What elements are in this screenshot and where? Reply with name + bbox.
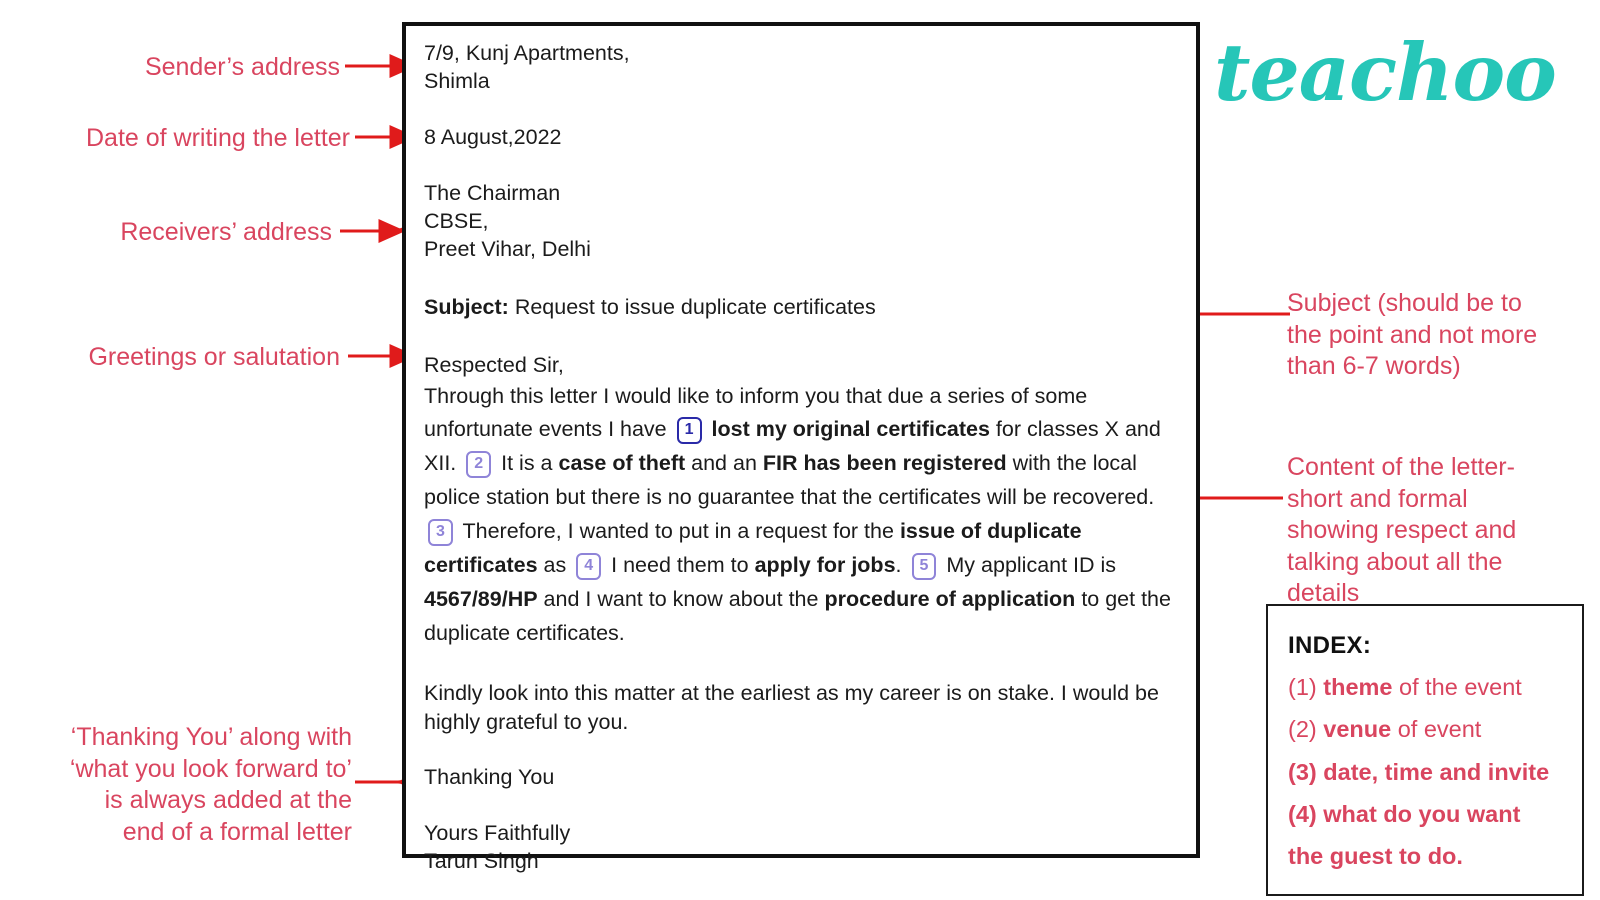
index-item: the guest to do.: [1288, 843, 1582, 869]
receiver-address-line1: The Chairman: [424, 180, 561, 205]
diagram-canvas: teachoo 7/9, Kunj Apartments, Shimla 8 A…: [0, 0, 1600, 900]
subject-label: Subject:: [424, 294, 509, 319]
sender-name: Tarun Singh: [424, 848, 539, 873]
subject-text: Request to issue duplicate certificates: [514, 294, 876, 319]
closing-request: Kindly look into this matter at the earl…: [424, 681, 1159, 734]
marker-3: 3: [428, 519, 453, 547]
thanking-you: Thanking You: [424, 765, 555, 789]
body-seg-3: It is a: [501, 451, 553, 476]
index-item-number: (4): [1288, 800, 1317, 827]
marker-4: 4: [576, 553, 602, 581]
annotation-salutation: Greetings or salutation: [88, 343, 340, 371]
index-item: (2) venue of event: [1288, 716, 1582, 742]
body-seg-10: My applicant ID is: [946, 553, 1117, 578]
marker-5: 5: [911, 553, 937, 581]
body-bold-2: case of theft: [558, 451, 686, 476]
sender-address-line2: Shimla: [424, 68, 490, 93]
index-box: INDEX: (1) theme of the event (2) venue …: [1266, 604, 1584, 896]
sender-address: 7/9, Kunj Apartments, Shimla: [424, 40, 1182, 96]
receiver-address: The Chairman CBSE, Preet Vihar, Delhi: [424, 180, 1182, 264]
index-item-rest: of event: [1397, 716, 1482, 743]
index-item-keyword: the guest to do.: [1288, 843, 1463, 870]
index-item-number: (3): [1288, 758, 1317, 785]
receiver-address-line2: CBSE,: [424, 208, 489, 233]
body-seg-7: as: [543, 553, 567, 578]
index-item: (3) date, time and invite: [1288, 759, 1582, 785]
annotation-subject: Subject (should be to the point and not …: [1287, 289, 1538, 380]
annotation-thanking: ‘Thanking You’ along with ‘what you look…: [69, 723, 352, 846]
body-bold-3: FIR has been registered: [762, 451, 1007, 476]
subject-line: Subject: Request to issue duplicate cert…: [424, 294, 1182, 322]
index-item-number: (2): [1288, 716, 1317, 743]
body-seg-4: and an: [691, 451, 757, 476]
annotation-content: Content of the letter- short and formal …: [1287, 453, 1517, 607]
body-seg-11: and I want to know about the: [543, 587, 819, 612]
index-item-number: (1): [1288, 674, 1317, 700]
index-item: (1) theme of the event: [1288, 674, 1582, 700]
body-bold-7: procedure of application: [824, 587, 1076, 612]
body-seg-6: Therefore, I wanted to put in a request …: [462, 519, 894, 544]
annotation-sender-address: Sender’s address: [144, 53, 340, 81]
index-item-keyword: theme: [1323, 674, 1393, 700]
marker-2: 2: [466, 451, 492, 479]
sign-off: Yours Faithfully: [424, 820, 571, 845]
letter-date: 8 August,2022: [424, 124, 562, 149]
index-item-rest: of the event: [1399, 674, 1522, 700]
receiver-address-line3: Preet Vihar, Delhi: [424, 236, 591, 261]
sender-address-line1: 7/9, Kunj Apartments,: [424, 41, 630, 65]
body-bold-5: apply for jobs: [754, 553, 896, 578]
annotation-receiver-address: Receivers’ address: [120, 218, 332, 246]
letter-sheet: 7/9, Kunj Apartments, Shimla 8 August,20…: [402, 22, 1200, 873]
body-seg-9: .: [895, 553, 902, 578]
body-bold-1: lost my original certificates: [711, 417, 990, 442]
salutation: Respected Sir,: [424, 352, 564, 377]
teachoo-logo: teachoo: [1214, 26, 1557, 119]
body-bold-6: 4567/89/HP: [424, 587, 538, 612]
index-item-keyword: what do you want: [1323, 800, 1521, 827]
annotation-date: Date of writing the letter: [85, 124, 350, 152]
index-item: (4) what do you want: [1288, 801, 1582, 827]
index-title: INDEX:: [1288, 632, 1372, 659]
index-item-keyword: venue: [1323, 716, 1392, 743]
letter-body: Through this letter I would like to info…: [424, 380, 1182, 652]
body-seg-8: I need them to: [611, 553, 749, 578]
index-item-keyword: date, time and invite: [1323, 758, 1550, 785]
marker-1: 1: [676, 417, 702, 445]
